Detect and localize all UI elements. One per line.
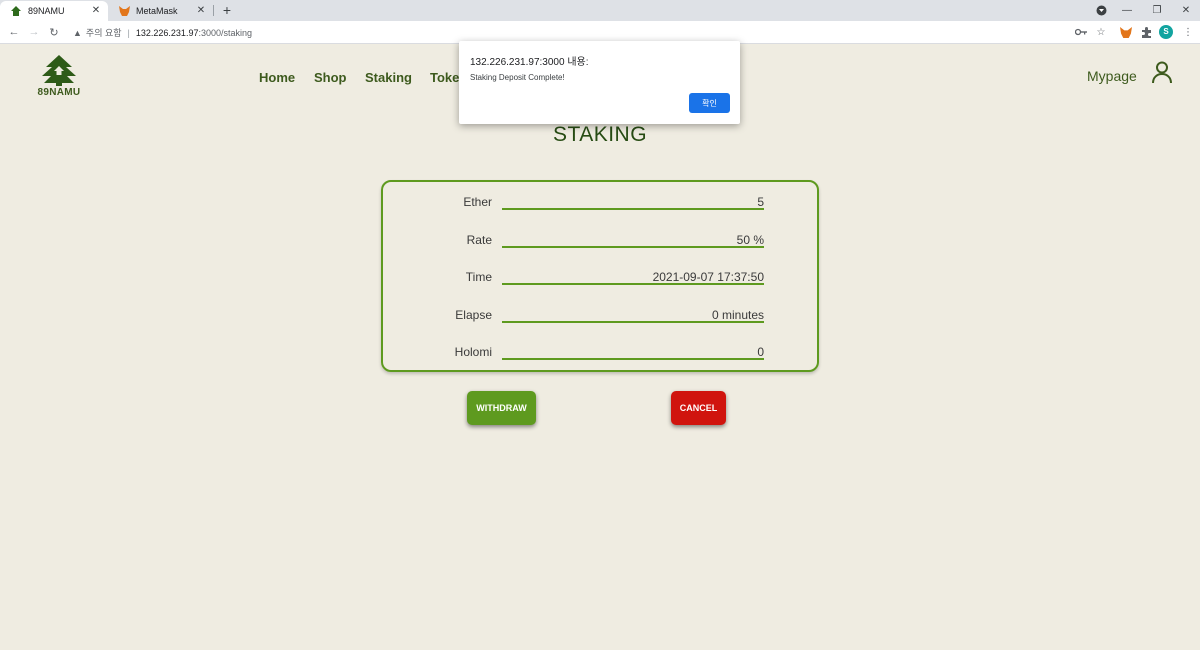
- close-tab-icon[interactable]: ✕: [90, 5, 102, 17]
- mypage-link[interactable]: Mypage: [1087, 68, 1137, 84]
- tab-metamask[interactable]: MetaMask ✕: [108, 1, 213, 21]
- close-window-icon[interactable]: ✕: [1172, 0, 1200, 20]
- url-host: 132.226.231.97: [135, 27, 199, 38]
- elapse-label: Elapse: [455, 308, 492, 322]
- restore-icon[interactable]: ❐: [1143, 0, 1171, 20]
- new-tab-icon[interactable]: +: [219, 2, 235, 18]
- security-warning-label: 주의 요함: [85, 28, 122, 38]
- profile-avatar[interactable]: S: [1159, 25, 1173, 39]
- tab-search-icon[interactable]: [1087, 0, 1115, 20]
- dialog-ok-button[interactable]: 확인: [689, 93, 730, 113]
- key-icon[interactable]: [1074, 25, 1088, 39]
- holomi-value: 0: [502, 345, 764, 360]
- omnibox-divider: |: [127, 27, 130, 38]
- tree-icon: [10, 5, 22, 17]
- metamask-extension-icon[interactable]: [1119, 25, 1133, 39]
- reload-icon[interactable]: ↻: [47, 25, 61, 39]
- address-bar[interactable]: ▲ 주의 요함 | 132.226.231.97 :3000/staking: [67, 23, 1117, 42]
- tab-separator: [213, 5, 214, 16]
- nav-home[interactable]: Home: [259, 70, 295, 85]
- rate-label: Rate: [466, 233, 492, 247]
- minimize-icon[interactable]: —: [1113, 0, 1141, 20]
- close-tab-icon[interactable]: ✕: [195, 5, 207, 17]
- nav-staking[interactable]: Staking: [365, 70, 412, 85]
- withdraw-button[interactable]: WITHDRAW: [467, 391, 536, 425]
- fox-icon: [118, 5, 130, 17]
- cancel-button[interactable]: CANCEL: [671, 391, 726, 425]
- menu-dots-icon[interactable]: ⋮: [1181, 25, 1195, 39]
- page-title: STAKING: [552, 123, 648, 146]
- tree-logo-icon: [42, 55, 76, 86]
- time-value: 2021-09-07 17:37:50: [502, 270, 764, 285]
- time-label: Time: [465, 270, 492, 284]
- dialog-title: 132.226.231.97:3000 내용:: [470, 57, 589, 68]
- holomi-label: Holomi: [454, 345, 492, 359]
- rate-value: 50 %: [502, 233, 764, 248]
- warning-icon: ▲: [73, 27, 82, 38]
- bookmark-star-icon[interactable]: ☆: [1094, 25, 1108, 39]
- url-path: :3000/staking: [198, 27, 252, 38]
- tab-title: MetaMask: [136, 6, 178, 16]
- ether-value: 5: [502, 195, 764, 210]
- extensions-icon[interactable]: [1139, 25, 1153, 39]
- site-logo[interactable]: 89NAMU: [35, 54, 83, 98]
- elapse-value: 0 minutes: [502, 308, 764, 323]
- user-icon[interactable]: [1150, 60, 1174, 84]
- forward-icon[interactable]: →: [27, 25, 41, 39]
- alert-dialog: 132.226.231.97:3000 내용: Staking Deposit …: [459, 41, 740, 124]
- tab-89namu[interactable]: 89NAMU ✕: [0, 1, 108, 21]
- ether-label: Ether: [463, 195, 492, 209]
- nav-shop[interactable]: Shop: [314, 70, 347, 85]
- back-icon[interactable]: ←: [7, 25, 21, 39]
- tab-strip: 89NAMU ✕ MetaMask ✕ + — ❐ ✕: [0, 0, 1200, 21]
- logo-text: 89NAMU: [37, 87, 81, 98]
- dialog-message: Staking Deposit Complete!: [470, 73, 565, 82]
- tab-title: 89NAMU: [28, 6, 65, 16]
